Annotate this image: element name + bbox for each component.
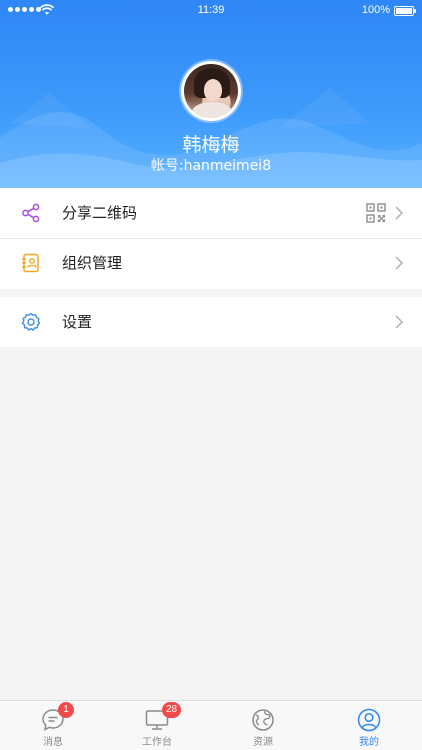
tab-workbench[interactable]: 28 工作台 bbox=[122, 701, 192, 750]
tab-label-mine: 我的 bbox=[359, 737, 379, 748]
user-account: 帐号:hanmeimei8 bbox=[150, 158, 272, 174]
status-time: 11:39 bbox=[197, 4, 225, 16]
globe-icon bbox=[252, 709, 274, 731]
menu-item-settings[interactable]: 设置 bbox=[0, 297, 422, 347]
battery-icon bbox=[394, 6, 416, 16]
user-name: 韩梅梅 bbox=[182, 134, 240, 156]
tab-messages[interactable]: 1 消息 bbox=[18, 701, 88, 750]
menu-label-org-manage: 组织管理 bbox=[62, 254, 123, 272]
menu-item-org-manage[interactable]: 组织管理 bbox=[0, 238, 422, 288]
tab-mine[interactable]: 我的 bbox=[334, 701, 404, 750]
status-bar: 11:39 100% bbox=[0, 0, 422, 22]
tab-resources[interactable]: 资源 bbox=[228, 701, 298, 750]
battery-percentage: 100% bbox=[361, 4, 390, 16]
workbench-badge: 28 bbox=[162, 702, 182, 718]
share-icon bbox=[22, 203, 40, 223]
menu-item-share-qr[interactable]: 分享二维码 bbox=[0, 188, 422, 238]
bottom-tab-bar: 1 消息 28 工作台 资源 我的 bbox=[0, 700, 422, 750]
profile-header: 11:39 100% 韩梅梅 帐号:hanmeimei8 bbox=[0, 0, 422, 188]
chevron-right-icon bbox=[395, 206, 404, 220]
org-contact-icon bbox=[22, 253, 39, 273]
tab-label-workbench: 工作台 bbox=[142, 737, 172, 748]
messages-badge: 1 bbox=[58, 702, 74, 718]
chevron-right-icon bbox=[395, 256, 404, 270]
avatar[interactable] bbox=[181, 61, 241, 121]
menu-label-settings: 设置 bbox=[62, 313, 93, 331]
gear-icon bbox=[21, 312, 41, 331]
user-profile-icon bbox=[357, 708, 381, 732]
tab-label-messages: 消息 bbox=[43, 737, 63, 748]
menu-label-share-qr: 分享二维码 bbox=[62, 204, 138, 222]
qr-code-icon bbox=[366, 203, 386, 223]
avatar-image bbox=[184, 64, 238, 118]
chevron-right-icon bbox=[395, 315, 404, 329]
menu-group-main: 分享二维码 组织管理 bbox=[0, 188, 422, 289]
tab-label-resources: 资源 bbox=[253, 737, 273, 748]
menu-group-settings: 设置 bbox=[0, 297, 422, 347]
